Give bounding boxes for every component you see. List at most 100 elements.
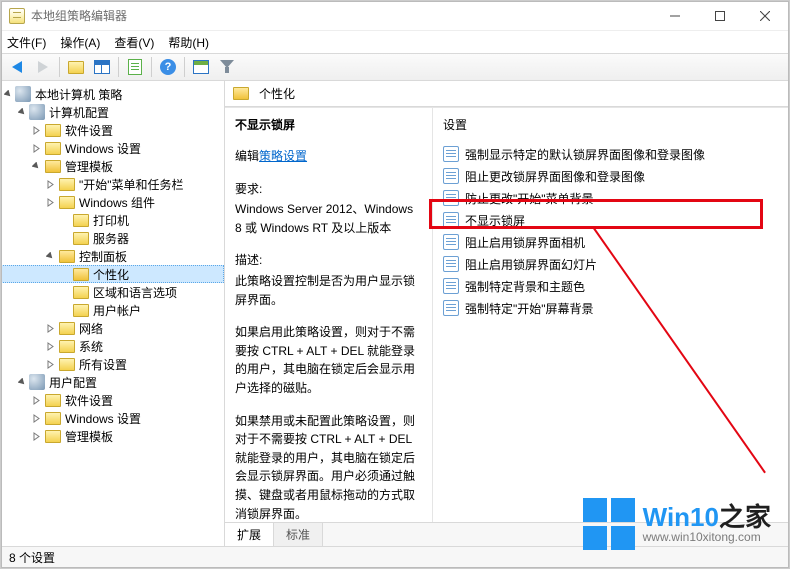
titlebar: 本地组策略编辑器 — [1, 1, 789, 31]
expander-icon[interactable] — [29, 432, 43, 441]
tree-label: 打印机 — [93, 212, 129, 229]
tree-start-taskbar[interactable]: "开始"菜单和任务栏 — [1, 175, 224, 193]
tree-user-accounts[interactable]: 用户帐户 — [1, 301, 224, 319]
req-label: 要求: — [235, 180, 422, 199]
setting-row-highlighted[interactable]: 不显示锁屏 — [443, 209, 779, 231]
back-button[interactable] — [5, 55, 29, 79]
tree-windows-settings[interactable]: Windows 设置 — [1, 139, 224, 157]
tree-software-settings[interactable]: 软件设置 — [1, 121, 224, 139]
tree-personalization[interactable]: 个性化 — [1, 265, 224, 283]
up-folder-button[interactable] — [64, 55, 88, 79]
expander-icon[interactable] — [43, 180, 57, 189]
menu-view[interactable]: 查看(V) — [114, 34, 154, 51]
expander-icon[interactable] — [43, 324, 57, 333]
policy-root-icon — [15, 86, 31, 102]
expander-icon[interactable] — [1, 90, 15, 99]
expander-icon[interactable] — [29, 414, 43, 423]
folder-icon — [59, 358, 75, 371]
help-button[interactable]: ? — [156, 55, 180, 79]
req-text: Windows Server 2012、Windows 8 或 Windows … — [235, 200, 422, 237]
properties-button[interactable] — [123, 55, 147, 79]
policy-item-icon — [443, 168, 459, 184]
maximize-button[interactable] — [697, 2, 742, 30]
expander-icon[interactable] — [43, 360, 57, 369]
expander-icon[interactable] — [43, 198, 57, 207]
tree-control-panel[interactable]: 控制面板 — [1, 247, 224, 265]
computer-icon — [29, 104, 45, 120]
setting-row[interactable]: 强制特定背景和主题色 — [443, 275, 779, 297]
tree-label: 服务器 — [93, 230, 129, 247]
menubar: 文件(F) 操作(A) 查看(V) 帮助(H) — [1, 31, 789, 53]
tree-label: 软件设置 — [65, 392, 113, 409]
description-pane: 不显示锁屏 编辑策略设置 要求: Windows Server 2012、Win… — [225, 108, 433, 522]
path-header: 个性化 — [225, 81, 789, 107]
tree-windows-components[interactable]: Windows 组件 — [1, 193, 224, 211]
setting-row[interactable]: 防止更改"开始"菜单背景 — [443, 187, 779, 209]
expander-icon[interactable] — [29, 162, 43, 171]
setting-label: 阻止启用锁屏界面相机 — [465, 234, 585, 251]
tree-user-software[interactable]: 软件设置 — [1, 391, 224, 409]
tree-admin-templates[interactable]: 管理模板 — [1, 157, 224, 175]
tree-computer-config[interactable]: 计算机配置 — [1, 103, 224, 121]
setting-row[interactable]: 阻止启用锁屏界面相机 — [443, 231, 779, 253]
policy-item-icon — [443, 234, 459, 250]
tree-user-win-settings[interactable]: Windows 设置 — [1, 409, 224, 427]
desc-text: 此策略设置控制是否为用户显示锁屏界面。 — [235, 272, 422, 309]
setting-row[interactable]: 强制显示特定的默认锁屏界面图像和登录图像 — [443, 143, 779, 165]
tree-user-config[interactable]: 用户配置 — [1, 373, 224, 391]
expander-icon[interactable] — [43, 342, 57, 351]
column-header-setting[interactable]: 设置 — [443, 116, 779, 133]
minimize-button[interactable] — [652, 2, 697, 30]
tree-network[interactable]: 网络 — [1, 319, 224, 337]
folder-icon — [59, 340, 75, 353]
tree-label: 所有设置 — [79, 356, 127, 373]
expander-icon[interactable] — [29, 396, 43, 405]
tree-label: 用户配置 — [49, 374, 97, 391]
tree-printers[interactable]: 打印机 — [1, 211, 224, 229]
expander-icon[interactable] — [43, 252, 57, 261]
filter-icon — [220, 60, 234, 74]
policy-item-icon — [443, 212, 459, 228]
user-icon — [29, 374, 45, 390]
edit-link-line: 编辑策略设置 — [235, 147, 422, 166]
tree-system[interactable]: 系统 — [1, 337, 224, 355]
menu-file[interactable]: 文件(F) — [7, 34, 46, 51]
expander-icon[interactable] — [15, 378, 29, 387]
folder-icon — [59, 178, 75, 191]
tree-user-admin-templates[interactable]: 管理模板 — [1, 427, 224, 445]
details-button[interactable] — [189, 55, 213, 79]
tree-region-language[interactable]: 区域和语言选项 — [1, 283, 224, 301]
tree-servers[interactable]: 服务器 — [1, 229, 224, 247]
menu-action[interactable]: 操作(A) — [60, 34, 100, 51]
show-tree-button[interactable] — [90, 55, 114, 79]
setting-row[interactable]: 阻止更改锁屏界面图像和登录图像 — [443, 165, 779, 187]
policy-item-icon — [443, 278, 459, 294]
edit-policy-link[interactable]: 策略设置 — [259, 149, 307, 163]
tree-pane[interactable]: 本地计算机 策略 计算机配置 软件设置 Windows 设置 管理模板 "开始"… — [1, 81, 225, 546]
setting-row[interactable]: 阻止启用锁屏界面幻灯片 — [443, 253, 779, 275]
expander-icon[interactable] — [29, 126, 43, 135]
folder-icon — [45, 394, 61, 407]
folder-icon — [73, 232, 89, 245]
tree-all-settings[interactable]: 所有设置 — [1, 355, 224, 373]
tree-label: 软件设置 — [65, 122, 113, 139]
folder-icon — [59, 322, 75, 335]
close-button[interactable] — [742, 2, 787, 30]
split-window-icon — [94, 60, 110, 74]
tree-label: 网络 — [79, 320, 103, 337]
tab-extended[interactable]: 扩展 — [225, 522, 274, 546]
setting-label: 阻止更改锁屏界面图像和登录图像 — [465, 168, 645, 185]
setting-label: 阻止启用锁屏界面幻灯片 — [465, 256, 597, 273]
folder-open-icon — [73, 268, 89, 281]
tree-root[interactable]: 本地计算机 策略 — [1, 85, 224, 103]
setting-row[interactable]: 强制特定"开始"屏幕背景 — [443, 297, 779, 319]
tree-label: 管理模板 — [65, 428, 113, 445]
tab-standard[interactable]: 标准 — [274, 522, 323, 546]
arrow-left-icon — [12, 61, 22, 73]
forward-button[interactable] — [31, 55, 55, 79]
expander-icon[interactable] — [15, 108, 29, 117]
expander-icon[interactable] — [29, 144, 43, 153]
menu-help[interactable]: 帮助(H) — [168, 34, 209, 51]
window-green-icon — [193, 60, 209, 74]
filter-button[interactable] — [215, 55, 239, 79]
